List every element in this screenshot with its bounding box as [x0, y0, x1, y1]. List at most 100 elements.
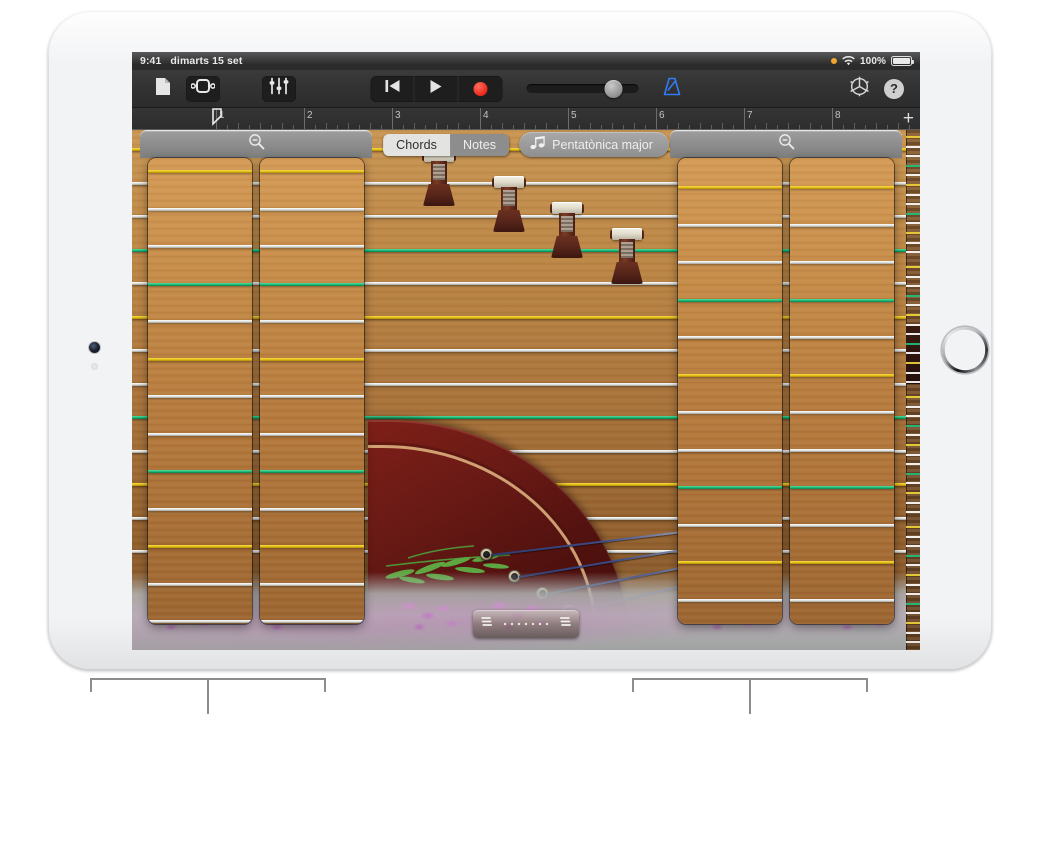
panel-4-string-6[interactable]	[790, 374, 894, 377]
ruler-beat-tick	[766, 123, 767, 129]
panel-1-string-6[interactable]	[148, 358, 252, 361]
mixer-button[interactable]	[262, 76, 296, 102]
panel-1-string-5[interactable]	[148, 320, 252, 323]
panel-3-string-6[interactable]	[678, 374, 782, 377]
panel-4-string-9[interactable]	[790, 486, 894, 489]
ruler-subdiv-tick	[447, 125, 448, 129]
volume-track[interactable]	[527, 84, 639, 93]
panel-1-string-9[interactable]	[148, 470, 252, 473]
home-button[interactable]	[942, 327, 988, 373]
panel-4-string-11[interactable]	[790, 561, 894, 564]
play-button[interactable]	[415, 76, 459, 102]
master-volume-slider[interactable]	[527, 84, 639, 93]
record-button[interactable]	[459, 76, 503, 102]
metronome-button[interactable]	[663, 77, 682, 101]
chords-notes-segmented-control[interactable]: Chords Notes	[383, 134, 509, 156]
panel-4-string-2[interactable]	[790, 224, 894, 227]
koto-bridge-4[interactable]	[610, 228, 644, 284]
volume-knob[interactable]	[605, 80, 623, 98]
koto-bridge-3[interactable]	[550, 202, 584, 258]
panel-1-string-10[interactable]	[148, 508, 252, 511]
panel-4-string-7[interactable]	[790, 411, 894, 414]
glissando-control[interactable]	[473, 610, 579, 638]
timeline-ruler[interactable]: 12345678 +	[132, 108, 920, 130]
overview-string	[906, 454, 920, 456]
segment-chords[interactable]: Chords	[383, 134, 450, 156]
zoom-out-icon[interactable]	[248, 133, 265, 155]
touch-play-panel-3[interactable]	[678, 158, 782, 624]
touch-play-panel-1[interactable]	[148, 158, 252, 624]
panel-1-string-11[interactable]	[148, 545, 252, 548]
ios-status-bar: 9:41 dimarts 15 set 100%	[132, 52, 920, 70]
panel-4-string-4[interactable]	[790, 299, 894, 302]
panel-2-string-11[interactable]	[260, 545, 364, 548]
panel-3-string-8[interactable]	[678, 449, 782, 452]
glide-right-icon	[557, 614, 572, 634]
panel-2-string-5[interactable]	[260, 320, 364, 323]
overview-string	[906, 314, 920, 316]
transport-controls	[371, 76, 503, 102]
panel-1-string-4[interactable]	[148, 283, 252, 286]
settings-button[interactable]	[849, 76, 870, 102]
panel-3-string-11[interactable]	[678, 561, 782, 564]
overview-string	[906, 194, 920, 196]
zoom-out-icon[interactable]	[778, 133, 795, 155]
panel-2-string-10[interactable]	[260, 508, 364, 511]
panel-3-string-10[interactable]	[678, 524, 782, 527]
touch-play-panel-4[interactable]	[790, 158, 894, 624]
segment-notes[interactable]: Notes	[450, 134, 509, 156]
panel-2-string-12[interactable]	[260, 583, 364, 586]
overview-string	[906, 242, 920, 244]
koto-instrument-stage[interactable]: Chords Notes	[132, 130, 920, 650]
koto-bridge-2[interactable]	[492, 176, 526, 232]
panel-3-string-9[interactable]	[678, 486, 782, 489]
browser-button[interactable]	[146, 76, 180, 102]
panel-3-string-3[interactable]	[678, 261, 782, 264]
panel-2-string-8[interactable]	[260, 433, 364, 436]
panel-2-string-6[interactable]	[260, 358, 364, 361]
panel-3-string-12[interactable]	[678, 599, 782, 602]
panel-1-string-8[interactable]	[148, 433, 252, 436]
status-time: 9:41	[140, 55, 161, 67]
panel-2-string-7[interactable]	[260, 395, 364, 398]
panel-1-string-13[interactable]	[148, 620, 252, 623]
ruler-subdiv-tick	[337, 125, 338, 129]
glide-track[interactable]	[500, 622, 552, 626]
koto-bridge-1[interactable]	[422, 150, 456, 206]
panel-2-string-4[interactable]	[260, 283, 364, 286]
panel-1-string-12[interactable]	[148, 583, 252, 586]
touch-play-panel-2[interactable]	[260, 158, 364, 624]
ruler-subdiv-tick	[359, 125, 360, 129]
playhead-marker[interactable]	[212, 108, 222, 130]
panel-2-string-13[interactable]	[260, 620, 364, 623]
ruler-subdiv-tick	[711, 125, 712, 129]
panel-1-string-3[interactable]	[148, 245, 252, 248]
panel-2-string-2[interactable]	[260, 208, 364, 211]
scale-selector-button[interactable]: Pentatònica major	[519, 132, 669, 157]
ambient-light-sensor	[91, 363, 98, 370]
panel-2-string-9[interactable]	[260, 470, 364, 473]
panel-4-string-1[interactable]	[790, 186, 894, 189]
ruler-subdiv-tick	[887, 125, 888, 129]
panel-4-string-3[interactable]	[790, 261, 894, 264]
panel-3-string-1[interactable]	[678, 186, 782, 189]
rewind-button[interactable]	[371, 76, 415, 102]
panel-2-string-3[interactable]	[260, 245, 364, 248]
panel-4-string-5[interactable]	[790, 336, 894, 339]
panel-4-string-10[interactable]	[790, 524, 894, 527]
panel-1-string-2[interactable]	[148, 208, 252, 211]
panel-4-string-12[interactable]	[790, 599, 894, 602]
string-overview-strip[interactable]	[906, 130, 920, 650]
panel-1-string-1[interactable]	[148, 170, 252, 173]
panel-3-string-7[interactable]	[678, 411, 782, 414]
panel-2-string-1[interactable]	[260, 170, 364, 173]
panel-4-string-8[interactable]	[790, 449, 894, 452]
recording-indicator-dot	[831, 58, 837, 64]
help-button[interactable]: ?	[884, 79, 904, 99]
add-section-button[interactable]: +	[903, 109, 914, 128]
tracks-view-button[interactable]	[186, 76, 220, 102]
panel-3-string-5[interactable]	[678, 336, 782, 339]
panel-3-string-2[interactable]	[678, 224, 782, 227]
panel-3-string-4[interactable]	[678, 299, 782, 302]
panel-1-string-7[interactable]	[148, 395, 252, 398]
